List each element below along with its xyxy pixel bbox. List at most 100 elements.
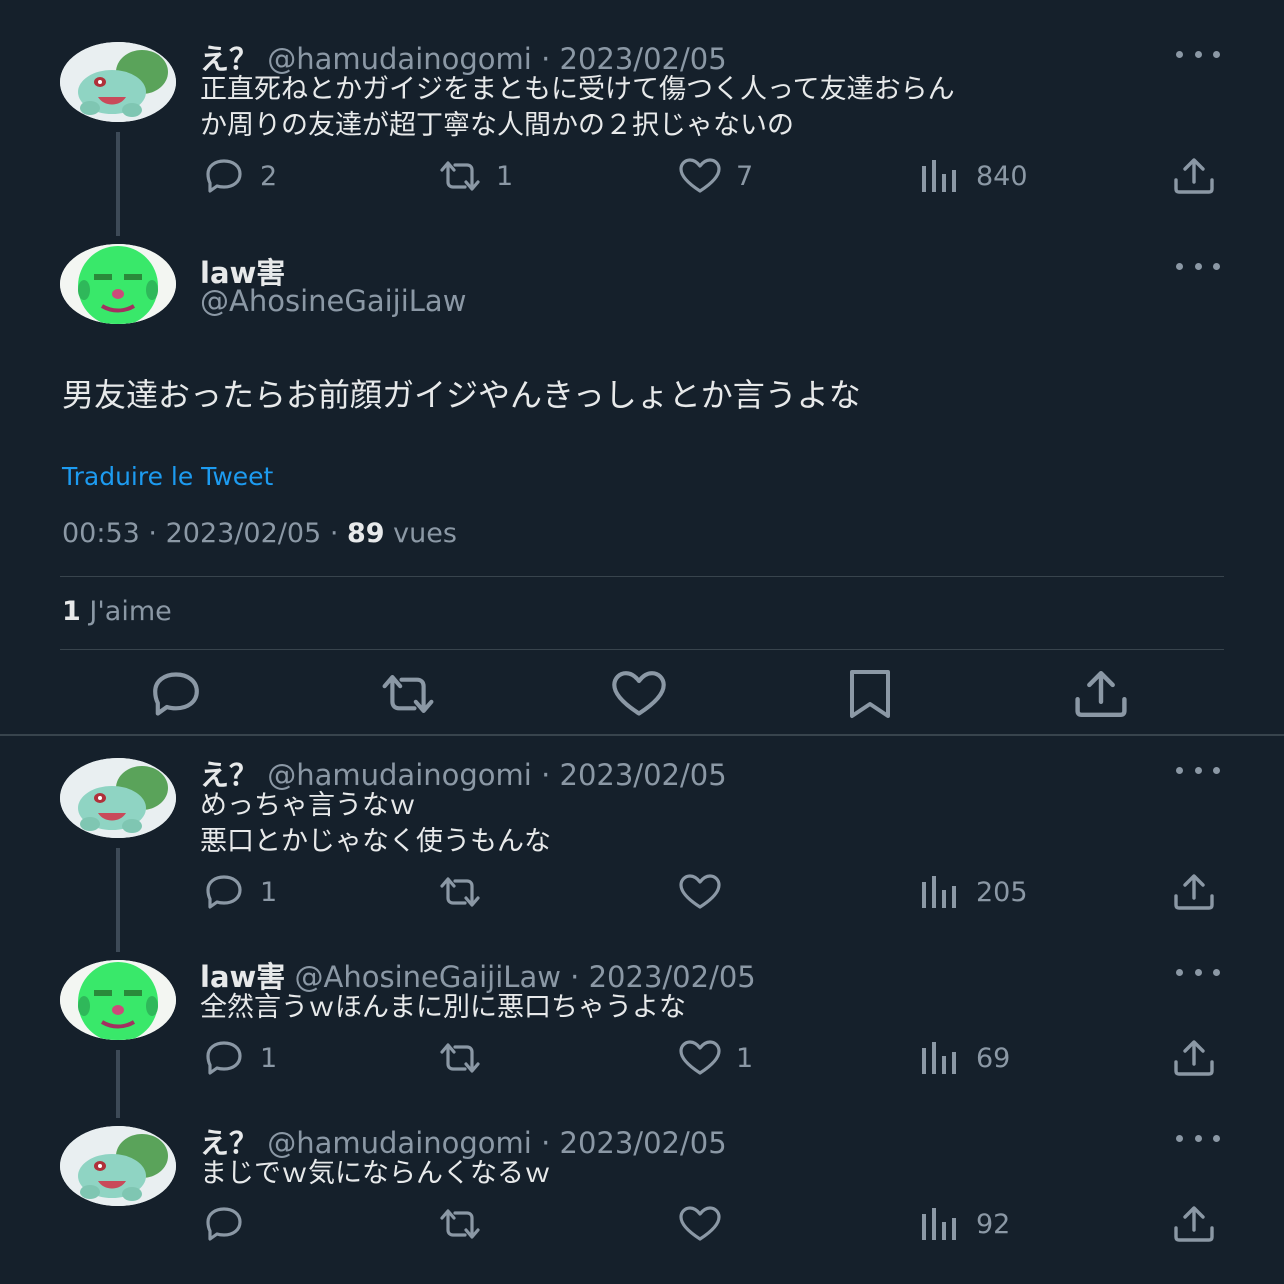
like-button[interactable]: 1 [676, 1038, 753, 1078]
share-button[interactable] [1170, 1038, 1230, 1078]
share-button[interactable] [1170, 1204, 1230, 1244]
bookmark-icon [834, 668, 906, 720]
like-count: 1 [736, 1042, 754, 1074]
separator-dot: · [570, 960, 580, 994]
reply-button[interactable]: 1 [200, 1038, 277, 1078]
more-dots-icon[interactable] [1176, 962, 1220, 982]
tweet-text: 全然言うｗほんまに別に悪口ちゃうよな [200, 990, 686, 1026]
share-button[interactable] [1170, 872, 1230, 912]
tweet-actions: 1 1 69 [200, 1038, 1230, 1078]
speech-bubble-icon [200, 1204, 248, 1244]
views-button[interactable]: 69 [916, 1038, 1010, 1078]
tweet-date[interactable]: 2023/02/05 [589, 960, 756, 994]
likes-summary[interactable]: 1 J'aime [62, 596, 172, 627]
separator-dot: · [541, 42, 551, 76]
tweet-text-line: めっちゃ言うなｗ [200, 790, 416, 821]
view-count: 205 [976, 876, 1028, 908]
retweet-arrows-icon [436, 1038, 484, 1078]
reply-button[interactable]: 2 [200, 156, 277, 196]
bookmark-button[interactable] [834, 668, 906, 720]
like-button[interactable]: 7 [676, 156, 753, 196]
thread-line [116, 132, 120, 236]
tweet-time[interactable]: 00:53 [62, 518, 140, 549]
share-upload-icon [1170, 1038, 1218, 1078]
author-handle[interactable]: @AhosineGaijiLaw [295, 960, 561, 994]
share-button[interactable] [1065, 668, 1137, 720]
author-name[interactable]: え？ [200, 758, 258, 792]
bar-chart-icon [916, 1204, 964, 1244]
like-button[interactable] [676, 1204, 746, 1244]
like-button[interactable] [676, 872, 746, 912]
tweet-date[interactable]: 2023/02/05 [560, 42, 727, 76]
author-name[interactable]: え？ [200, 1126, 258, 1160]
avatar[interactable] [60, 244, 176, 324]
tweet-date[interactable]: 2023/02/05 [560, 1126, 727, 1160]
tweet-text-line: か周りの友達が超丁寧な人間かの２択じゃないの [200, 110, 794, 141]
thread-line [116, 1050, 120, 1118]
retweet-arrows-icon [436, 872, 484, 912]
divider [60, 649, 1224, 650]
author-name[interactable]: law害 [200, 960, 285, 994]
retweet-button[interactable] [372, 668, 444, 720]
tweet-text-line: 正直死ねとかガイジをまともに受けて傷つく人って友達おらん [200, 74, 955, 105]
retweet-arrows-icon [436, 156, 484, 196]
more-dots-icon[interactable] [1176, 44, 1220, 64]
views-button[interactable]: 840 [916, 156, 1028, 196]
share-upload-icon [1065, 668, 1137, 720]
tweet-text: めっちゃ言うなｗ 悪口とかじゃなく使うもんな [200, 788, 551, 860]
avatar-image [60, 244, 176, 324]
translate-tweet-link[interactable]: Traduire le Tweet [62, 462, 273, 491]
tweet-actions: 2 1 7 840 [200, 156, 1230, 196]
avatar-image [60, 960, 176, 1040]
author-name[interactable]: え？ [200, 42, 258, 76]
retweet-arrows-icon [436, 1204, 484, 1244]
likes-count: 1 [62, 596, 81, 627]
tweet-text: 正直死ねとかガイジをまともに受けて傷つく人って友達おらん か周りの友達が超丁寧な… [200, 72, 955, 144]
author-handle[interactable]: @AhosineGaijiLaw [200, 284, 466, 318]
bar-chart-icon [916, 156, 964, 196]
retweet-arrows-icon [372, 668, 444, 720]
section-separator [0, 734, 1284, 736]
tweet-text: 男友達おったらお前顔ガイジやんきっしょとか言うよな [62, 376, 861, 414]
avatar[interactable] [60, 1126, 176, 1206]
avatar-image [60, 758, 176, 838]
separator-dot: · [541, 1126, 551, 1160]
more-dots-icon[interactable] [1176, 760, 1220, 780]
heart-icon [676, 872, 724, 912]
views-button[interactable]: 92 [916, 1204, 1010, 1244]
more-dots-icon[interactable] [1176, 256, 1220, 276]
separator-dot: · [148, 518, 157, 549]
like-button[interactable] [603, 668, 675, 720]
reply-button[interactable] [200, 1204, 270, 1244]
author-handle[interactable]: @hamudainogomi [267, 1126, 532, 1160]
main-tweet-actions [140, 668, 1140, 720]
likes-label: J'aime [89, 596, 172, 627]
separator-dot: · [541, 758, 551, 792]
avatar[interactable] [60, 758, 176, 838]
reply-button[interactable] [140, 668, 212, 720]
retweet-button[interactable] [436, 1204, 506, 1244]
author-handle[interactable]: @hamudainogomi [267, 758, 532, 792]
avatar[interactable] [60, 960, 176, 1040]
heart-icon [676, 1204, 724, 1244]
tweet-text: まじでｗ気にならんくなるｗ [200, 1156, 551, 1192]
reply-button[interactable]: 1 [200, 872, 277, 912]
speech-bubble-icon [200, 1038, 248, 1078]
heart-icon [676, 1038, 724, 1078]
retweet-button[interactable] [436, 872, 506, 912]
tweet-date[interactable]: 2023/02/05 [560, 758, 727, 792]
retweet-button[interactable] [436, 1038, 506, 1078]
reply-count: 1 [260, 1042, 278, 1074]
views-button[interactable]: 205 [916, 872, 1028, 912]
tweet-date[interactable]: 2023/02/05 [166, 518, 322, 549]
author-handle[interactable]: @hamudainogomi [267, 42, 532, 76]
avatar[interactable] [60, 42, 176, 122]
more-dots-icon[interactable] [1176, 1128, 1220, 1148]
retweet-button[interactable]: 1 [436, 156, 513, 196]
speech-bubble-icon [200, 872, 248, 912]
reply-count: 1 [260, 876, 278, 908]
tweet-meta: 00:53 · 2023/02/05 · 89 vues [62, 518, 457, 549]
view-count: 69 [976, 1042, 1011, 1074]
view-count: 840 [976, 160, 1028, 192]
share-button[interactable] [1170, 156, 1230, 196]
